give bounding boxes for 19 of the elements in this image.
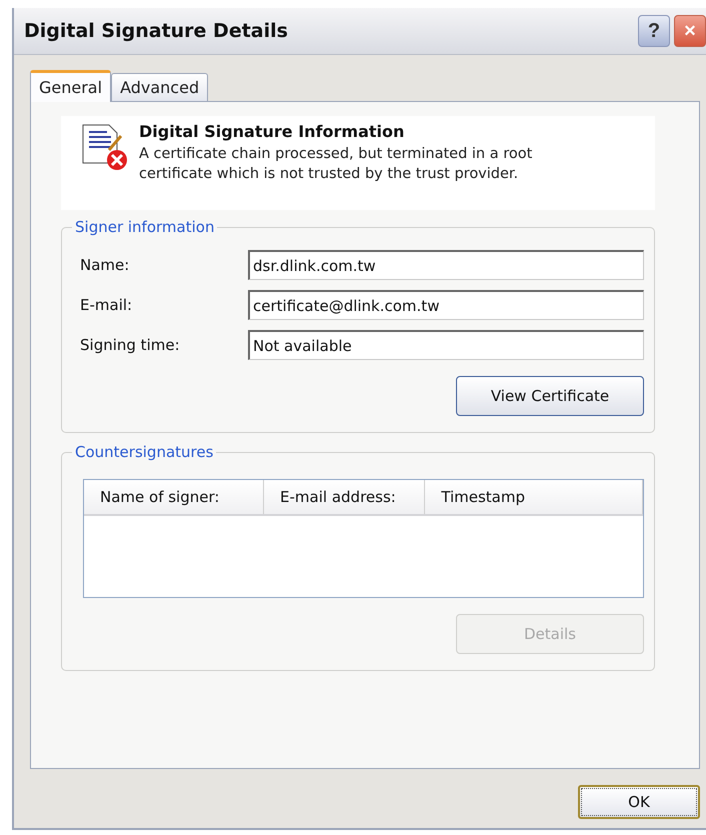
info-title: Digital Signature Information [139,122,406,141]
help-button[interactable]: ? [638,15,670,47]
field-label: E-mail: [80,296,134,314]
window-title: Digital Signature Details [24,20,288,42]
info-message: A certificate chain processed, but terminated in a root certificate which is not trusted by the trust provider. [139,145,534,184]
column-header[interactable]: E-mail address: [264,480,426,514]
group-legend: Signer information [72,218,218,236]
input-field[interactable]: Not available [248,330,644,360]
tab[interactable]: General [30,70,112,102]
tab[interactable]: Advanced [111,73,208,101]
field-label: Signing time: [80,336,181,354]
ok-button[interactable]: OK [578,785,700,819]
group-legend: Countersignatures [72,443,216,462]
input-field[interactable]: certificate@dlink.com.tw [248,290,644,320]
field-label: Name: [80,256,130,274]
column-header[interactable]: Name of signer: [84,480,264,514]
column-header[interactable]: Timestamp [425,480,643,514]
view-certificate-button[interactable]: View Certificate [456,376,644,416]
input-field[interactable]: dsr.dlink.com.tw [248,250,644,280]
